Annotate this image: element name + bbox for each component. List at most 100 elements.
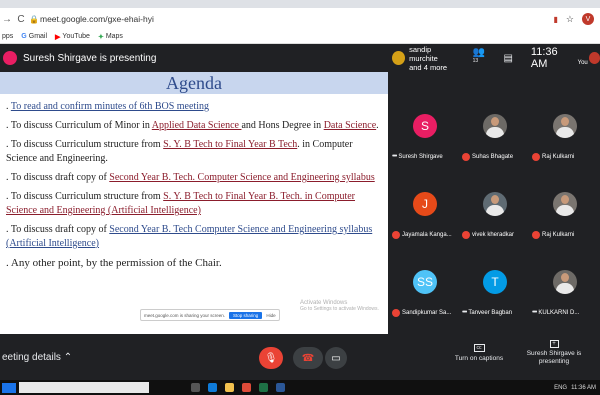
taskbar-apps	[191, 383, 285, 392]
participant-label: ••• Suresh Shirgave	[392, 153, 460, 160]
participant-photo	[483, 192, 507, 216]
participant-label: Raj Kulkarni	[532, 231, 600, 239]
url-text[interactable]: meet.google.com/gxe-ehai-hyi	[40, 14, 154, 24]
present-icon: +	[549, 340, 559, 348]
speaker-avatar	[392, 51, 406, 65]
participant-name: Raj Kulkarni	[542, 154, 575, 160]
presenting-text: Suresh Shirgave is presenting	[23, 52, 157, 64]
participant-tile[interactable]: ••• KULKARNI D...	[530, 252, 600, 328]
agenda-item: . To read and confirm minutes of 6th BOS…	[6, 101, 209, 112]
camera-button[interactable]: ▭	[325, 347, 347, 369]
tab-strip	[0, 0, 600, 8]
chrome-icon[interactable]	[242, 383, 251, 392]
meeting-time: 11:36 AM	[530, 46, 558, 70]
participant-name: Sandipkumar Sa...	[402, 310, 452, 316]
participant-label: vivek kheradkar	[462, 231, 530, 239]
camera-permission-icon[interactable]: ▮	[554, 15, 558, 24]
more-options-icon[interactable]: •••	[462, 309, 467, 316]
address-bar-actions: ▮ ☆ V	[554, 13, 600, 25]
presenter-avatar	[3, 51, 17, 65]
more-options-icon[interactable]: •••	[392, 153, 397, 160]
participant-label: ••• KULKARNI D...	[532, 309, 600, 316]
excel-icon[interactable]	[259, 383, 268, 392]
maps-icon: ✦	[97, 33, 104, 41]
participant-tile[interactable]: SS Sandipkumar Sa...	[390, 252, 460, 328]
shared-slide: Agenda . To read and confirm minutes of …	[0, 72, 388, 334]
chat-icon[interactable]: ▤	[503, 53, 512, 64]
star-icon[interactable]: ☆	[566, 14, 574, 25]
speaker-names: sandip murchite and 4 more	[409, 44, 448, 72]
participant-tile[interactable]: T ••• Tanveer Bagban	[460, 252, 530, 328]
participant-avatar: T	[483, 270, 507, 294]
activate-windows-watermark: Activate Windows Go to Settings to activ…	[300, 300, 379, 312]
participant-name: Tanveer Bagban	[468, 309, 513, 316]
taskbar-search[interactable]	[19, 382, 149, 393]
participant-tile[interactable]: Suhas Bhagate	[460, 96, 530, 172]
participant-label: ••• Tanveer Bagban	[462, 309, 530, 316]
participant-name: Jayamala Kanga...	[402, 232, 452, 238]
participant-label: Raj Kulkarni	[532, 153, 600, 161]
agenda-list: . To read and confirm minutes of 6th BOS…	[6, 100, 384, 275]
reload-icon[interactable]: C	[14, 14, 28, 25]
more-options-icon[interactable]: •••	[532, 309, 537, 316]
mic-off-button[interactable]: 🎙	[259, 347, 283, 369]
participant-avatar: S	[413, 114, 437, 138]
bookmark-maps[interactable]: ✦ Maps	[98, 33, 123, 41]
participant-avatar: J	[413, 192, 437, 216]
language-indicator[interactable]: ENG	[554, 385, 567, 391]
explorer-icon[interactable]	[225, 383, 234, 392]
youtube-icon: ▶	[55, 33, 61, 41]
start-button[interactable]	[2, 382, 16, 393]
muted-icon	[532, 153, 540, 161]
bookmark-youtube[interactable]: ▶ YouTube	[55, 33, 90, 41]
agenda-item: . To discuss Curriculum structure from S…	[6, 139, 353, 164]
meet-header: sandip murchite and 4 more 👥13 ▤ 11:36 A…	[390, 44, 600, 72]
participant-name: Raj Kulkarni	[542, 232, 575, 238]
participant-name: Suhas Bhagate	[472, 154, 514, 160]
back-icon[interactable]: →	[0, 14, 14, 25]
participant-tile[interactable]: S ••• Suresh Shirgave	[390, 96, 460, 172]
muted-icon	[462, 153, 470, 161]
muted-icon	[532, 231, 540, 239]
screen-share-banner: meet.google.com is sharing your screen. …	[140, 309, 280, 321]
address-bar: → C 🔒 meet.google.com/gxe-ehai-hyi ▮ ☆ V	[0, 8, 600, 30]
profile-avatar[interactable]: V	[582, 13, 594, 25]
participant-photo	[483, 114, 507, 138]
control-bar: eeting details ⌃ 🎙 ☎ ▭ cc Turn on captio…	[0, 334, 600, 380]
hide-button[interactable]: Hide	[266, 313, 275, 318]
participant-label: Sandipkumar Sa...	[392, 309, 460, 317]
present-button[interactable]: + Suresh Shirgave is presenting	[520, 340, 588, 366]
agenda-item: . To discuss draft copy of Second Year B…	[6, 224, 373, 249]
participant-tile[interactable]: Raj Kulkarni	[530, 96, 600, 172]
leave-call-button[interactable]: ☎	[293, 347, 323, 369]
stop-sharing-button[interactable]: Stop sharing	[229, 311, 263, 319]
taskbar-clock[interactable]: 11:36 AM	[571, 385, 596, 391]
participant-label: Jayamala Kanga...	[392, 231, 460, 239]
hang-up-icon: ☎	[301, 352, 315, 364]
participant-tile[interactable]: vivek kheradkar	[460, 174, 530, 250]
muted-icon	[462, 231, 470, 239]
participant-tile[interactable]: Raj Kulkarni	[530, 174, 600, 250]
edge-icon[interactable]	[208, 383, 217, 392]
task-view-icon[interactable]	[191, 383, 200, 392]
you-label: You	[577, 60, 588, 66]
bookmark-gmail[interactable]: G Gmail	[21, 33, 47, 40]
word-icon[interactable]	[276, 383, 285, 392]
bookmarks-bar: pps G Gmail ▶ YouTube ✦ Maps	[0, 30, 600, 44]
agenda-item: . To discuss Curriculum of Minor in Appl…	[6, 120, 379, 131]
captions-button[interactable]: cc Turn on captions	[453, 344, 505, 362]
apps-bookmark[interactable]: pps	[2, 33, 13, 40]
slide-title: Agenda	[0, 72, 388, 94]
participant-photo	[553, 192, 577, 216]
participant-label: Suhas Bhagate	[462, 153, 530, 161]
participant-name: KULKARNI D...	[538, 309, 580, 316]
captions-icon: cc	[473, 344, 485, 352]
participant-grid: S ••• Suresh Shirgave Suhas Bhagate Raj Kulk…	[390, 96, 600, 328]
participant-tile[interactable]: J Jayamala Kanga...	[390, 174, 460, 250]
gmail-icon: G	[21, 33, 27, 40]
meeting-details-button[interactable]: eeting details ⌃	[2, 352, 72, 363]
lock-icon[interactable]: 🔒	[28, 15, 40, 24]
people-icon[interactable]: 👥13	[473, 47, 490, 69]
participant-photo	[553, 114, 577, 138]
meet-screen: → C 🔒 meet.google.com/gxe-ehai-hyi ▮ ☆ V…	[0, 0, 600, 395]
